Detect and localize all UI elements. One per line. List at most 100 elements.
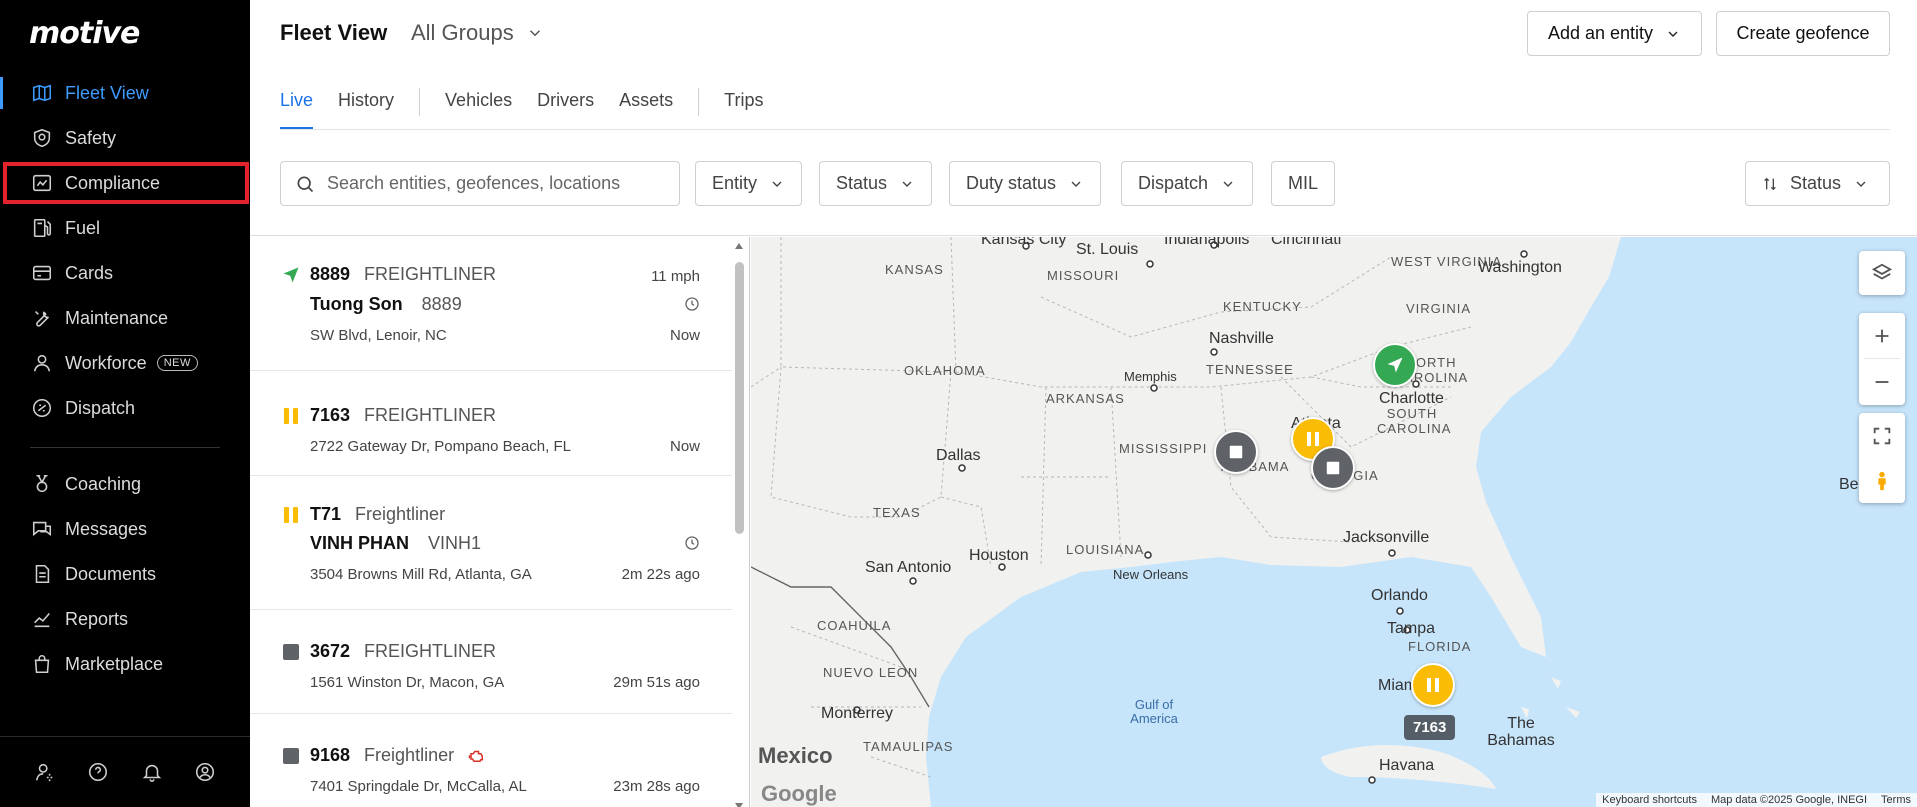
create-geofence-button[interactable]: Create geofence: [1716, 11, 1890, 56]
list-scrollbar[interactable]: [734, 243, 744, 807]
account-icon[interactable]: [192, 759, 218, 785]
city-label: Orlando: [1371, 587, 1428, 604]
terms-link[interactable]: Terms: [1881, 794, 1911, 806]
tab-history[interactable]: History: [338, 82, 394, 130]
state-label: TAMAULIPAS: [863, 739, 954, 754]
sidebar-item-label: Documents: [65, 563, 157, 584]
zoom-out-button[interactable]: [1871, 359, 1893, 405]
vehicle-marker-9168[interactable]: [1214, 430, 1258, 474]
vehicle-marker-8889[interactable]: [1373, 343, 1417, 387]
bell-icon[interactable]: [139, 759, 165, 785]
city-label: Jacksonville: [1343, 529, 1430, 546]
entity-filter[interactable]: Entity: [695, 161, 803, 206]
search-input[interactable]: [327, 173, 667, 194]
sidebar-item-reports[interactable]: Reports: [0, 598, 250, 640]
sidebar-item-fuel[interactable]: Fuel: [0, 207, 250, 249]
plus-icon: [1875, 329, 1889, 342]
city-label: New Orleans: [1113, 567, 1189, 582]
vehicle-marker-7163[interactable]: [1411, 663, 1455, 707]
status-filter-label: Status: [836, 173, 888, 193]
shield-icon: [30, 126, 54, 150]
motive-logo[interactable]: motive: [29, 16, 140, 51]
city-label: Charlotte: [1379, 390, 1444, 407]
fullscreen-button[interactable]: [1871, 413, 1893, 458]
navigation-arrow-icon: [1387, 357, 1403, 373]
sidebar-item-maintenance[interactable]: Maintenance: [0, 297, 250, 339]
vehicle-time: 29m 51s ago: [613, 674, 700, 691]
scroll-down-icon[interactable]: [734, 801, 744, 807]
tab-live[interactable]: Live: [280, 82, 314, 130]
fuel-icon: [30, 216, 54, 240]
map-extra-controls: [1859, 413, 1905, 503]
zoom-in-button[interactable]: [1864, 313, 1900, 359]
sidebar-item-documents[interactable]: Documents: [0, 553, 250, 595]
vehicle-marker-tag[interactable]: 7163: [1404, 715, 1456, 740]
chevron-down-icon: [1071, 181, 1081, 187]
scroll-thumb[interactable]: [735, 262, 744, 534]
sidebar-item-fleet-view[interactable]: Fleet View: [0, 72, 250, 114]
dispatch-icon: [30, 396, 54, 420]
chevron-down-icon: [902, 181, 912, 187]
pause-icon: [282, 506, 300, 524]
chart-icon: [30, 171, 54, 195]
vehicle-marker-3672[interactable]: [1311, 446, 1355, 490]
sidebar: motive Fleet View Safety Compliance Fuel…: [0, 0, 250, 807]
document-icon: [30, 562, 54, 586]
street-view-button[interactable]: [1871, 458, 1893, 503]
sidebar-item-label: Marketplace: [65, 653, 164, 674]
list-item[interactable]: 3672 FREIGHTLINER 1561 Winston Dr, Macon…: [250, 610, 732, 714]
country-label: Mexico: [758, 743, 833, 768]
bag-icon: [30, 652, 54, 676]
map-view[interactable]: KANSAS MISSOURI KENTUCKY WEST VIRGINIA V…: [751, 237, 1917, 807]
state-label: TEXAS: [873, 505, 921, 520]
user-settings-icon[interactable]: [32, 759, 58, 785]
duty-status-filter[interactable]: Duty status: [949, 161, 1102, 206]
pegman-icon: [1878, 471, 1886, 490]
sidebar-item-dispatch[interactable]: Dispatch: [0, 387, 250, 429]
city-label: Washington: [1478, 259, 1562, 276]
state-label: KANSAS: [885, 262, 944, 277]
help-icon[interactable]: [85, 759, 111, 785]
sidebar-item-messages[interactable]: Messages: [0, 508, 250, 550]
medal-icon: [30, 472, 54, 496]
tab-assets[interactable]: Assets: [619, 82, 673, 130]
entity-filter-label: Entity: [712, 173, 758, 193]
state-label: TENNESSEE: [1206, 362, 1294, 377]
tab-vehicles[interactable]: Vehicles: [445, 82, 512, 130]
sidebar-item-label: Reports: [65, 608, 129, 629]
sidebar-item-marketplace[interactable]: Marketplace: [0, 643, 250, 685]
keyboard-shortcuts-link[interactable]: Keyboard shortcuts: [1602, 794, 1697, 806]
map-base: [751, 237, 1917, 807]
dispatch-filter[interactable]: Dispatch: [1121, 161, 1254, 206]
sidebar-item-workforce[interactable]: Workforce NEW: [0, 342, 250, 384]
tab-trips[interactable]: Trips: [724, 82, 763, 130]
group-select[interactable]: All Groups: [411, 20, 544, 46]
city-label: Kansas City: [981, 237, 1067, 248]
stop-icon: [1229, 445, 1243, 459]
vehicle-time: 2m 22s ago: [621, 566, 700, 583]
layers-button[interactable]: [1859, 251, 1905, 295]
person-icon: [30, 351, 54, 375]
add-entity-button[interactable]: Add an entity: [1527, 11, 1702, 56]
status-filter[interactable]: Status: [819, 161, 933, 206]
vehicle-line: 3672 FREIGHTLINER: [310, 641, 496, 662]
list-item[interactable]: 9168 Freightliner 7401 Springdale Dr, Mc…: [250, 714, 732, 807]
sidebar-item-coaching[interactable]: Coaching: [0, 463, 250, 505]
list-item[interactable]: 7163 FREIGHTLINER 2722 Gateway Dr, Pompa…: [250, 371, 732, 476]
city-label: Houston: [969, 547, 1029, 564]
driver-line: Tuong Son 8889: [310, 294, 462, 315]
zoom-controls: [1859, 313, 1905, 405]
card-icon: [30, 261, 54, 285]
driver-line: VINH PHAN VINH1: [310, 533, 481, 554]
scroll-up-icon[interactable]: [734, 241, 744, 251]
sidebar-item-cards[interactable]: Cards: [0, 252, 250, 294]
mil-filter[interactable]: MIL: [1271, 161, 1336, 206]
sidebar-item-compliance[interactable]: Compliance: [3, 162, 249, 204]
list-item[interactable]: T71 Freightliner VINH PHAN VINH1 3504 Br…: [250, 476, 732, 610]
list-item[interactable]: 8889 FREIGHTLINER Tuong Son 8889 SW Blvd…: [250, 237, 732, 371]
sidebar-item-safety[interactable]: Safety: [0, 117, 250, 159]
sort-select[interactable]: Status: [1745, 161, 1890, 206]
tab-drivers[interactable]: Drivers: [537, 82, 594, 130]
state-label: FLORIDA: [1408, 639, 1472, 654]
city-label: Havana: [1379, 757, 1435, 774]
